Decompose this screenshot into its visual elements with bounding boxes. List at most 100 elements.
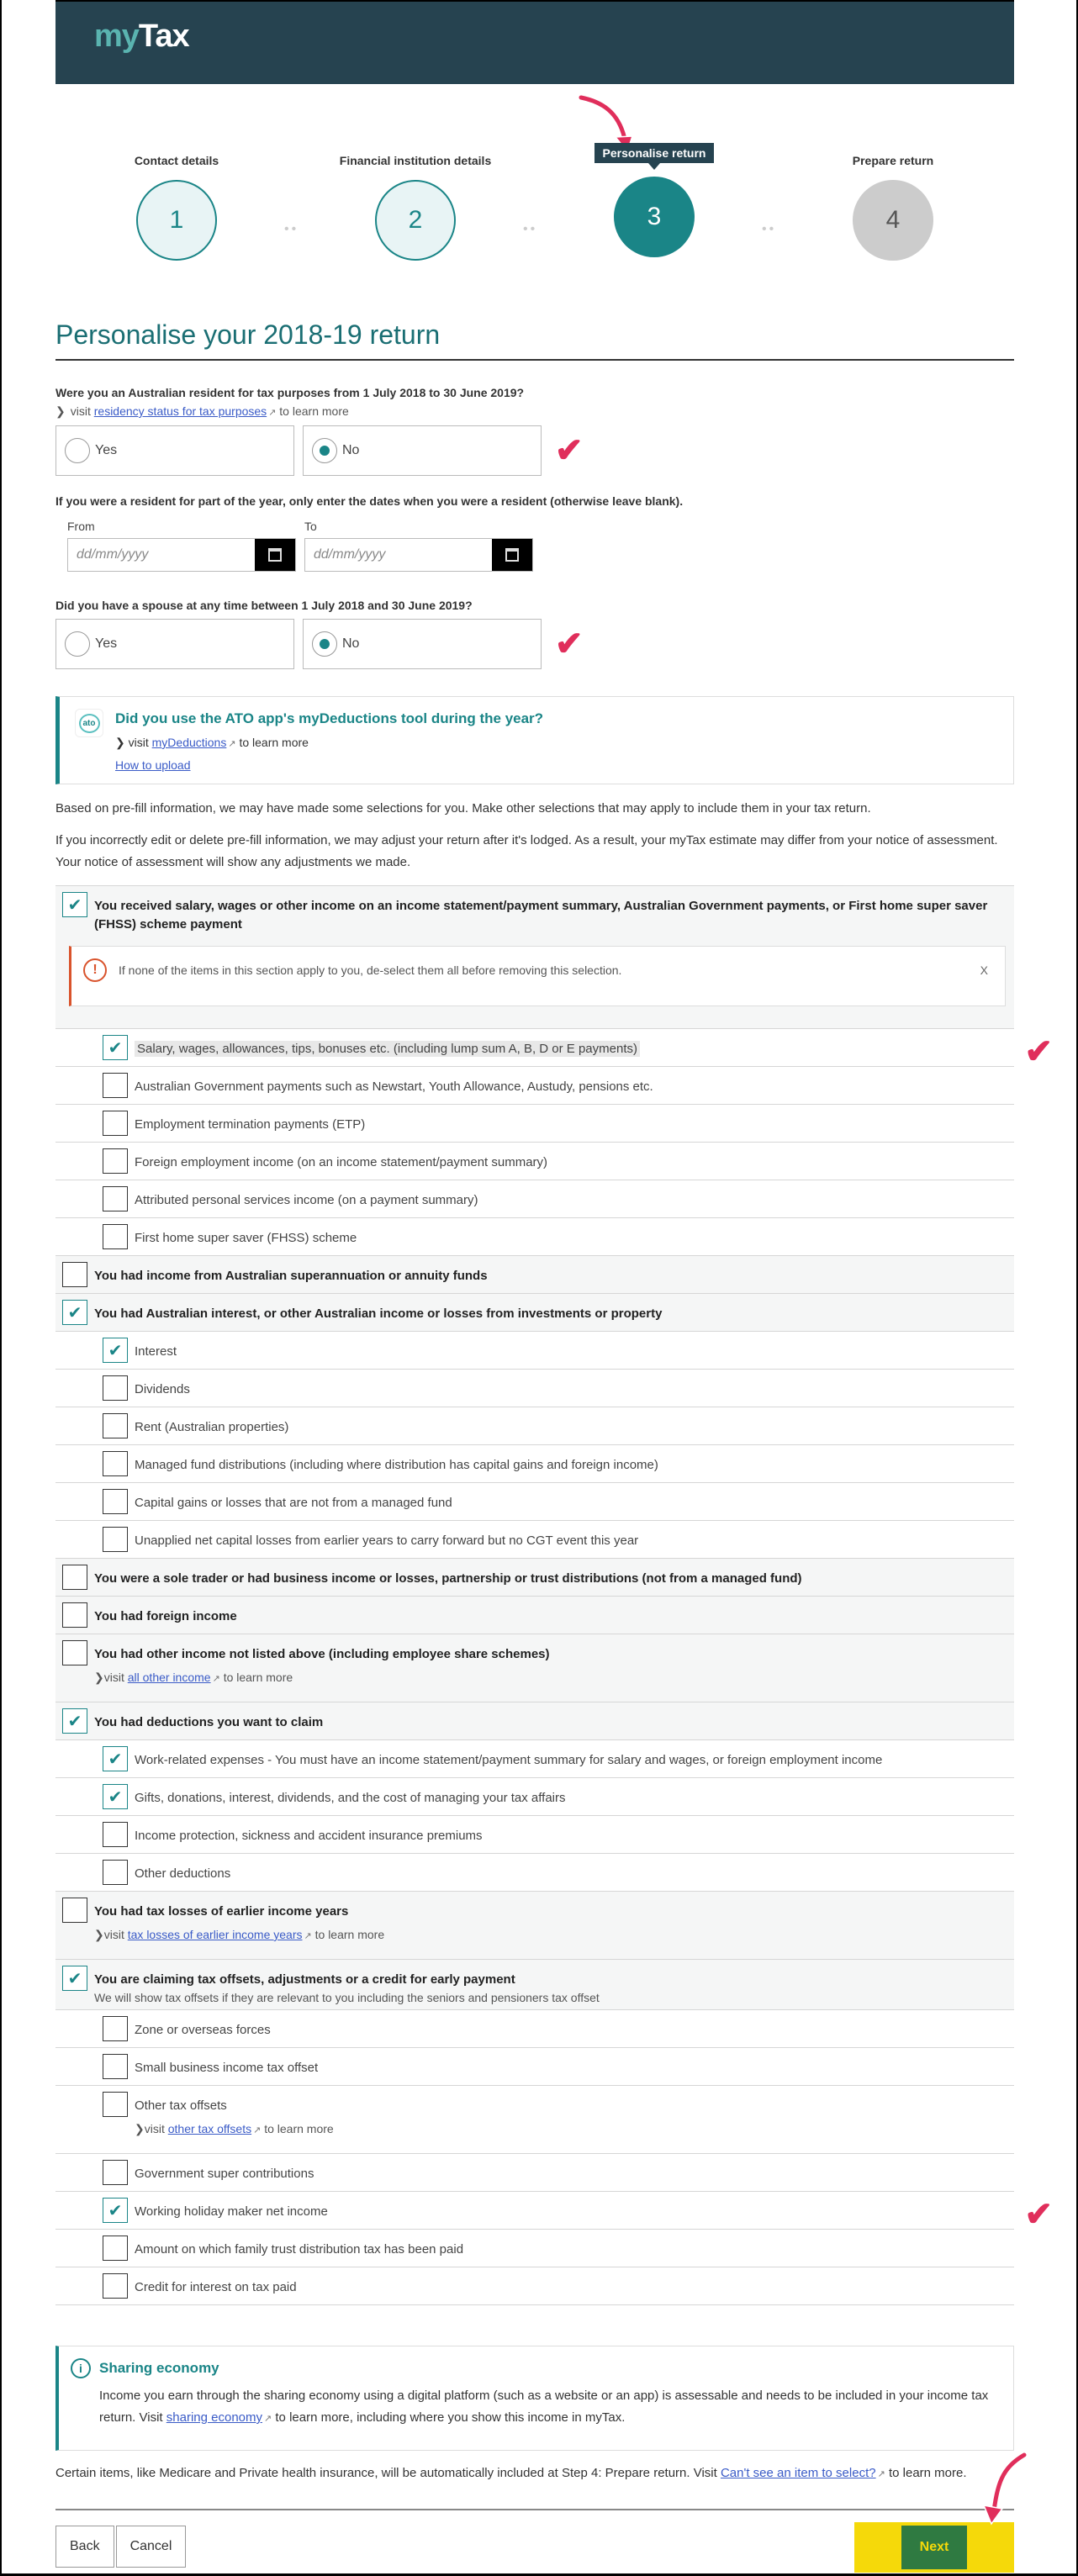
checklist-item-row[interactable]: Unapplied net capital losses from earlie… — [55, 1520, 1014, 1558]
from-calendar-button[interactable] — [255, 539, 295, 571]
checkbox[interactable] — [103, 1822, 128, 1847]
step-2[interactable]: Financial institution details 2 — [331, 135, 499, 261]
checklist-item-row[interactable]: Work-related expenses - You must have an… — [55, 1739, 1014, 1777]
checklist-item-row[interactable]: Australian Government payments such as N… — [55, 1066, 1014, 1104]
radio-button-selected[interactable] — [312, 438, 337, 463]
checklist-item-row[interactable]: Salary, wages, allowances, tips, bonuses… — [55, 1028, 1053, 1070]
checklist-group-row[interactable]: You had tax losses of earlier income yea… — [55, 1891, 1014, 1959]
checklist-item-row[interactable]: Foreign employment income (on an income … — [55, 1142, 1014, 1180]
residency-no-option[interactable]: No — [303, 425, 542, 476]
checklist-item-row[interactable]: Gifts, donations, interest, dividends, a… — [55, 1777, 1014, 1815]
sharing-economy-link[interactable]: sharing economy — [166, 2410, 262, 2425]
checklist-group-row[interactable]: You had foreign income — [55, 1596, 1014, 1634]
checkbox[interactable] — [103, 1148, 128, 1174]
checklist-group-row[interactable]: You had Australian interest, or other Au… — [55, 1293, 1014, 1331]
checklist-group-row[interactable]: You had income from Australian superannu… — [55, 1255, 1014, 1293]
checkbox[interactable] — [103, 2160, 128, 2185]
checkbox[interactable] — [62, 1898, 87, 1923]
checklist-item-row[interactable]: Small business income tax offset — [55, 2047, 1014, 2085]
mydeductions-link[interactable]: myDeductions — [152, 736, 227, 749]
checkbox-checked[interactable] — [62, 1708, 87, 1734]
checkbox[interactable] — [62, 1602, 87, 1628]
checkbox[interactable] — [103, 1413, 128, 1438]
checklist-item-row[interactable]: Credit for interest on tax paid — [55, 2267, 1014, 2304]
checklist-item-row[interactable]: Income protection, sickness and accident… — [55, 1815, 1014, 1853]
ato-icon-text: ato — [78, 713, 100, 733]
next-button[interactable]: Next — [901, 2526, 967, 2569]
checklist-item-row[interactable]: Zone or overseas forces — [55, 2009, 1014, 2047]
to-date-input[interactable] — [305, 539, 492, 571]
option-label: No — [342, 636, 360, 651]
from-date-input[interactable] — [68, 539, 255, 571]
cant-see-item-link[interactable]: Can't see an item to select? — [721, 2466, 876, 2480]
checklist-item-row[interactable]: Interest — [55, 1331, 1014, 1369]
checklist-group-row[interactable]: You were a sole trader or had business i… — [55, 1558, 1014, 1596]
checkbox[interactable] — [103, 2092, 128, 2117]
checklist-item-row[interactable]: Dividends — [55, 1369, 1014, 1407]
residency-status-link[interactable]: residency status for tax purposes — [94, 404, 267, 418]
checkbox[interactable] — [103, 1073, 128, 1098]
checkbox[interactable] — [103, 1186, 128, 1211]
checklist-group-row[interactable]: You received salary, wages or other inco… — [55, 885, 1014, 1028]
checklist-item-row[interactable]: Working holiday maker net income ✔ — [55, 2191, 1053, 2233]
checklist-group-row[interactable]: You had other income not listed above (i… — [55, 1634, 1014, 1702]
checklist-item-row[interactable]: Amount on which family trust distributio… — [55, 2229, 1014, 2267]
checklist-item-row[interactable]: Capital gains or losses that are not fro… — [55, 1482, 1014, 1520]
radio-button[interactable] — [65, 438, 90, 463]
checklist-item-row[interactable]: Other tax offsets ❯visit other tax offset… — [55, 2085, 1014, 2153]
checklist-group-row[interactable]: You had deductions you want to claim — [55, 1702, 1014, 1739]
annotation-checkmark-icon: ✔ — [555, 432, 584, 469]
checkbox[interactable] — [62, 1565, 87, 1590]
checkbox-checked[interactable] — [62, 1966, 87, 1991]
spouse-yes-option[interactable]: Yes — [55, 619, 294, 669]
checkbox[interactable] — [103, 2236, 128, 2261]
checkbox[interactable] — [103, 2054, 128, 2079]
learn-more-link[interactable]: tax losses of earlier income years — [128, 1928, 303, 1941]
checkbox-checked[interactable] — [103, 1338, 128, 1363]
radio-button[interactable] — [65, 631, 90, 657]
learn-more-link[interactable]: all other income — [128, 1671, 211, 1684]
spouse-radio-group: Yes No ✔ — [55, 619, 1014, 669]
checkbox[interactable] — [62, 1262, 87, 1287]
to-calendar-button[interactable] — [492, 539, 532, 571]
checkbox[interactable] — [103, 1224, 128, 1249]
residency-yes-option[interactable]: Yes — [55, 425, 294, 476]
checkbox-checked[interactable] — [103, 1035, 128, 1060]
checkbox[interactable] — [103, 1860, 128, 1885]
learn-suffix: to learn more — [223, 1671, 293, 1684]
close-icon[interactable]: X — [980, 963, 988, 977]
learn-more-link[interactable]: other tax offsets — [168, 2122, 251, 2135]
checklist-item-row[interactable]: Other deductions — [55, 1853, 1014, 1891]
checkbox[interactable] — [103, 1451, 128, 1476]
radio-button-selected[interactable] — [312, 631, 337, 657]
checklist-item-row[interactable]: Attributed personal services income (on … — [55, 1180, 1014, 1217]
checkbox-checked[interactable] — [103, 1784, 128, 1809]
spouse-no-option[interactable]: No — [303, 619, 542, 669]
checkbox[interactable] — [103, 1111, 128, 1136]
checklist-group-row[interactable]: You are claiming tax offsets, adjustment… — [55, 1959, 1014, 2009]
step-2-circle[interactable]: 2 — [375, 180, 456, 261]
checklist-item-row[interactable]: Rent (Australian properties) — [55, 1407, 1014, 1444]
checkbox-checked[interactable] — [103, 1746, 128, 1771]
checkbox-checked[interactable] — [62, 1300, 87, 1325]
checkbox[interactable] — [103, 1489, 128, 1514]
cancel-button[interactable]: Cancel — [115, 2526, 187, 2568]
checkbox-checked[interactable] — [62, 892, 87, 917]
checkbox[interactable] — [103, 2273, 128, 2299]
from-label: From — [67, 520, 95, 533]
step-1-circle[interactable]: 1 — [136, 180, 217, 261]
checklist-item-row[interactable]: Government super contributions — [55, 2153, 1014, 2191]
checklist-item-row[interactable]: Employment termination payments (ETP) — [55, 1104, 1014, 1142]
checklist-label: First home super saver (FHSS) scheme — [135, 1224, 1014, 1248]
checklist-item-row[interactable]: Managed fund distributions (including wh… — [55, 1444, 1014, 1482]
back-button[interactable]: Back — [55, 2526, 114, 2568]
checkbox[interactable] — [103, 2016, 128, 2041]
checkbox[interactable] — [103, 1375, 128, 1401]
checklist-item-row[interactable]: First home super saver (FHSS) scheme — [55, 1217, 1014, 1255]
checkbox[interactable] — [103, 1527, 128, 1552]
checkbox[interactable] — [62, 1640, 87, 1665]
step-1[interactable]: Contact details 1 — [92, 135, 261, 261]
how-to-upload-link[interactable]: How to upload — [115, 758, 191, 772]
checkbox-checked[interactable] — [103, 2198, 128, 2223]
label-text: You had foreign income — [94, 1609, 237, 1623]
